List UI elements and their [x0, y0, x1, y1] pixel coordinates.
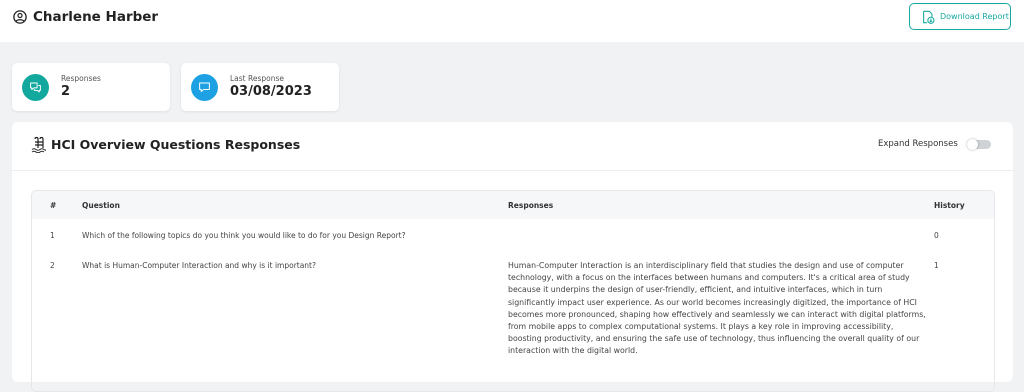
row-number: 2: [50, 261, 55, 270]
ladder-pool-icon: [31, 136, 46, 153]
panel-title: HCI Overview Questions Responses: [51, 137, 301, 152]
row-history[interactable]: 0: [934, 231, 939, 240]
last-response-icon-circle: [191, 74, 218, 101]
table-header-row: # Question Responses History: [32, 191, 994, 219]
message-icon: [199, 82, 210, 93]
column-header-responses: Responses: [508, 201, 554, 210]
responses-icon-circle: [22, 74, 49, 101]
panel-title-group: HCI Overview Questions Responses: [31, 136, 300, 153]
row-history[interactable]: 1: [934, 261, 939, 270]
expand-responses-label: Expand Responses: [878, 139, 958, 149]
questions-panel: HCI Overview Questions Responses Expand …: [12, 122, 1013, 392]
responses-stat-card: Responses 2: [12, 63, 170, 111]
download-report-icon: [923, 10, 935, 24]
chat-bubbles-icon: [30, 82, 41, 93]
download-report-label: Download Report: [940, 12, 1009, 21]
last-response-stat-card: Last Response 03/08/2023: [181, 63, 339, 111]
panel-header: HCI Overview Questions Responses Expand …: [12, 122, 1013, 171]
column-header-question: Question: [82, 201, 120, 210]
responses-stat-label: Responses: [61, 74, 101, 83]
toggle-knob: [966, 138, 978, 150]
top-bar: Charlene Harber Download Report: [0, 0, 1024, 42]
responses-stat-value: 2: [61, 84, 71, 99]
column-header-history: History: [934, 201, 965, 210]
last-response-stat-value: 03/08/2023: [230, 84, 312, 99]
last-response-stat-label: Last Response: [230, 74, 285, 83]
expand-responses-control: Expand Responses: [878, 138, 991, 150]
download-report-button[interactable]: Download Report: [909, 3, 1011, 30]
expand-responses-toggle[interactable]: [966, 138, 991, 150]
row-question: Which of the following topics do you thi…: [82, 231, 406, 240]
user-name: Charlene Harber: [33, 9, 159, 25]
row-question: What is Human-Computer Interaction and w…: [82, 261, 316, 270]
responses-table: # Question Responses History 1 Which of …: [31, 190, 995, 392]
row-number: 1: [50, 231, 55, 240]
row-response: Human-Computer Interaction is an interdi…: [508, 261, 926, 356]
column-header-number: #: [50, 201, 57, 210]
user-header: Charlene Harber: [13, 9, 158, 25]
user-circle-icon: [13, 10, 27, 24]
